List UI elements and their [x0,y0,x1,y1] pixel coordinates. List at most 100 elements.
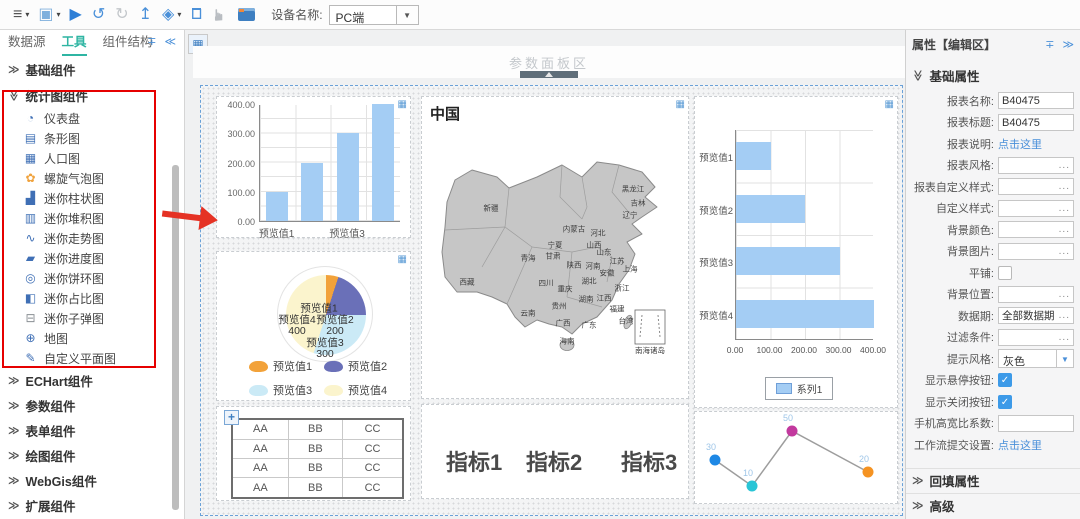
china-map-widget[interactable]: ▦ 中国 [421,96,689,399]
sidebar-tab-数据源[interactable]: 数据源 [8,31,46,56]
hand-icon[interactable]: ☛ [212,7,228,21]
collapse-left-icon[interactable]: ≪ [164,36,176,48]
table-cell[interactable]: AA [232,458,288,477]
bar-chart-widget[interactable]: ▦ 400.00300.00200.00100.000.00预览值1预览值3 [216,96,411,238]
property-ellipsis-input[interactable]: ... [998,286,1074,303]
dropdown-caret-icon[interactable]: ▾ [177,10,181,19]
device-select[interactable]: PC端 ▼ [329,5,419,25]
table-cell[interactable]: CC [343,458,403,477]
properties-header: 属性【编辑区】 ∓ ≫ [906,30,1080,58]
ellipsis-button[interactable]: ... [1059,332,1070,343]
table-cell[interactable]: BB [288,419,342,439]
section-表单组件[interactable]: ≫表单组件 [0,418,184,443]
property-checkbox[interactable]: ✓ [998,373,1012,387]
property-checkbox[interactable] [998,266,1012,280]
sidebar-item-迷你堆积图[interactable]: ▥迷你堆积图 [0,208,184,228]
sidebar-item-螺旋气泡图[interactable]: ✿螺旋气泡图 [0,168,184,188]
trash-icon[interactable]: ⊔ [190,7,202,23]
section-参数组件[interactable]: ≫参数组件 [0,393,184,418]
section-stat-components[interactable]: ≫ 统计图组件 [0,82,184,108]
chevron-down-icon[interactable]: ▼ [396,6,418,24]
table-cell[interactable]: AA [232,478,288,498]
table-cell[interactable]: CC [343,478,403,498]
indicators-widget[interactable]: 指标1指标2指标3 [421,404,689,499]
ellipsis-button[interactable]: ... [1059,310,1070,321]
panel-icon[interactable] [238,8,255,21]
section-advanced[interactable]: ≫ 高级 [906,493,1080,517]
property-input[interactable]: B40475 [998,92,1074,109]
ellipsis-button[interactable]: ... [1059,160,1070,171]
widget-settings-icon[interactable]: ▦ [398,254,407,265]
property-link[interactable]: 点击这里 [998,136,1042,152]
sidebar-item-迷你占比图[interactable]: ◧迷你占比图 [0,288,184,308]
section-扩展组件[interactable]: ≫扩展组件 [0,493,184,518]
sidebar-item-迷你走势图[interactable]: ∿迷你走势图 [0,228,184,248]
sidebar-item-条形图[interactable]: ▤条形图 [0,128,184,148]
table-cell[interactable]: CC [343,439,403,458]
bar-rows-icon: ▤ [22,131,39,145]
ellipsis-button[interactable]: ... [1059,246,1070,257]
sidebar-tab-工具[interactable]: 工具 [62,31,87,56]
ellipsis-button[interactable]: ... [1059,181,1070,192]
sidebar-item-迷你子弹图[interactable]: ⊟迷你子弹图 [0,308,184,328]
param-panel-collapse-handle[interactable] [520,71,578,78]
sidebar-item-迷你饼环图[interactable]: ◎迷你饼环图 [0,268,184,288]
section-base-components[interactable]: ≫ 基础组件 [0,56,184,82]
property-ellipsis-input[interactable]: ... [998,221,1074,238]
ellipsis-button[interactable]: ... [1059,224,1070,235]
sidebar-item-地图[interactable]: ⊕地图 [0,328,184,348]
sidebar-item-人口图[interactable]: ▦人口图 [0,148,184,168]
property-input[interactable] [998,415,1074,432]
table-cell[interactable]: AA [232,419,288,439]
redo-icon[interactable]: ↻ [115,7,128,23]
property-ellipsis-input[interactable]: ... [998,329,1074,346]
widget-settings-icon[interactable]: ▦ [885,99,894,110]
section-basic-properties[interactable]: ≫ 基础属性 [906,64,1080,86]
widget-settings-icon[interactable]: ▦ [676,99,685,110]
property-checkbox[interactable]: ✓ [998,395,1012,409]
dropdown-caret-icon[interactable]: ▾ [25,10,29,19]
run-icon[interactable]: ▶ [70,7,82,23]
property-ellipsis-input[interactable]: ... [998,178,1074,195]
upload-icon[interactable]: ↥ [139,7,152,23]
save-icon[interactable]: ▣ [38,7,53,23]
collapse-right-icon[interactable]: ≫ [1062,39,1074,51]
table-cell[interactable]: CC [343,419,403,439]
ellipsis-button[interactable]: ... [1059,203,1070,214]
ellipsis-button[interactable]: ... [1059,289,1070,300]
section-ECHart组件[interactable]: ≫ECHart组件 [0,368,184,393]
table-widget[interactable]: + AABBCCAABBCCAABBCCAABBCC [216,406,411,501]
property-ellipsis-input[interactable]: ... [998,157,1074,174]
property-select[interactable]: 灰色▼ [998,349,1074,368]
table-cell[interactable]: BB [288,478,342,498]
map-province-label: 湖北 [582,276,597,287]
pie-chart-widget[interactable]: ▦ 预览值1预览值4400预览值2200预览值3300 预览值1预览值2预览值3… [216,251,411,401]
section-backfill-properties[interactable]: ≫ 回填属性 [906,468,1080,492]
property-ellipsis-input[interactable]: 全部数据期... [998,307,1074,324]
sidebar-item-仪表盘[interactable]: ◔仪表盘 [0,108,184,128]
table-cell[interactable]: AA [232,439,288,458]
pin-icon[interactable]: ∓ [1045,39,1054,51]
property-link[interactable]: 点击这里 [998,437,1042,453]
chevron-down-icon[interactable]: ▼ [1056,350,1073,367]
property-ellipsis-input[interactable]: ... [998,200,1074,217]
move-handle-icon[interactable]: + [224,410,239,425]
undo-icon[interactable]: ↺ [92,7,105,23]
section-WebGis组件[interactable]: ≫WebGis组件 [0,468,184,493]
line-chart-widget[interactable]: 30105020 [694,411,898,504]
fill-icon[interactable]: ◈ [162,7,174,23]
param-panel-area[interactable]: 参数面板区 [193,46,905,78]
dropdown-caret-icon[interactable]: ▾ [56,10,60,19]
section-绘图组件[interactable]: ≫绘图组件 [0,443,184,468]
sidebar-item-迷你进度图[interactable]: ▰迷你进度图 [0,248,184,268]
table-cell[interactable]: BB [288,439,342,458]
menu-icon[interactable]: ≡ [13,7,22,23]
table-cell[interactable]: BB [288,458,342,477]
sidebar-item-迷你柱状图[interactable]: ▟迷你柱状图 [0,188,184,208]
property-input[interactable]: B40475 [998,114,1074,131]
property-ellipsis-input[interactable]: ... [998,243,1074,260]
widget-settings-icon[interactable]: ▦ [398,99,407,110]
pin-icon[interactable]: ∓ [147,36,156,48]
hbar-chart-widget[interactable]: ▦ 系列1 预览值1预览值2预览值3预览值40.00100.00200.0030… [694,96,898,408]
sidebar-item-自定义平面图[interactable]: ✎自定义平面图 [0,348,184,368]
